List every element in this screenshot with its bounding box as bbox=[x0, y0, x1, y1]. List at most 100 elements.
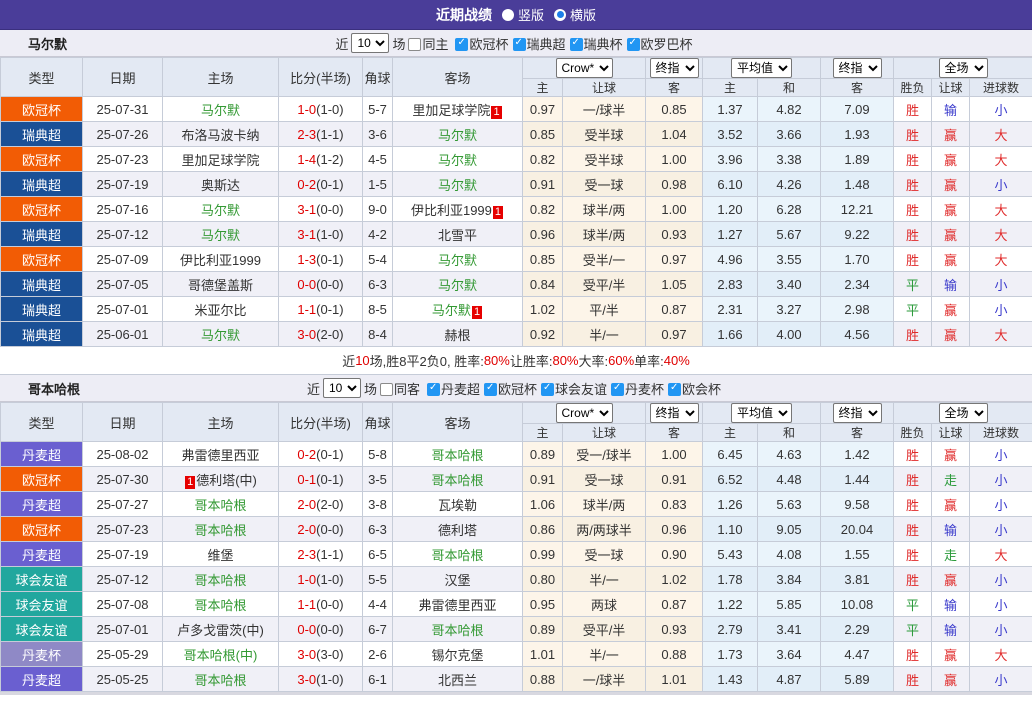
match-count-select[interactable]: 10 bbox=[351, 33, 389, 53]
away-team[interactable]: 马尔默 bbox=[438, 253, 477, 268]
score-cell[interactable]: 3-1(1-0) bbox=[279, 222, 363, 247]
home-team[interactable]: 里加足球学院 bbox=[181, 153, 259, 168]
average-select[interactable]: 平均值 bbox=[731, 403, 792, 423]
home-team[interactable]: 马尔默 bbox=[201, 328, 240, 343]
away-team[interactable]: 马尔默 bbox=[438, 278, 477, 293]
score-cell[interactable]: 1-1(0-1) bbox=[279, 297, 363, 322]
score-cell[interactable]: 3-0(3-0) bbox=[279, 642, 363, 667]
home-team[interactable]: 布洛马波卡纳 bbox=[181, 128, 259, 143]
score-cell[interactable]: 1-0(1-0) bbox=[279, 97, 363, 122]
league-badge[interactable]: 欧冠杯 bbox=[1, 467, 83, 492]
home-team[interactable]: 哥本哈根 bbox=[194, 573, 246, 588]
score-cell[interactable]: 0-2(0-1) bbox=[279, 172, 363, 197]
score-cell[interactable]: 1-0(1-0) bbox=[279, 567, 363, 592]
score-cell[interactable]: 1-4(1-2) bbox=[279, 147, 363, 172]
away-team[interactable]: 瓦埃勒 bbox=[438, 498, 477, 513]
home-team[interactable]: 德利塔(中) bbox=[196, 473, 257, 488]
league-badge[interactable]: 瑞典超 bbox=[1, 272, 83, 297]
away-team[interactable]: 马尔默 bbox=[438, 153, 477, 168]
home-team[interactable]: 哥本哈根 bbox=[194, 673, 246, 688]
away-team[interactable]: 锡尔克堡 bbox=[431, 648, 483, 663]
away-team[interactable]: 哥本哈根 bbox=[431, 448, 483, 463]
league-badge[interactable]: 欧冠杯 bbox=[1, 247, 83, 272]
home-team[interactable]: 米亚尔比 bbox=[194, 303, 246, 318]
league-badge[interactable]: 丹麦超 bbox=[1, 667, 83, 692]
league-checkbox-欧冠杯[interactable]: 欧冠杯 bbox=[455, 37, 508, 52]
league-checkbox-丹麦超[interactable]: 丹麦超 bbox=[427, 382, 480, 397]
away-team[interactable]: 弗雷德里西亚 bbox=[418, 598, 496, 613]
league-badge[interactable]: 瑞典超 bbox=[1, 122, 83, 147]
final-odds-select-2[interactable]: 终指 bbox=[833, 403, 882, 423]
home-team[interactable]: 马尔默 bbox=[201, 228, 240, 243]
league-checkbox-瑞典杯[interactable]: 瑞典杯 bbox=[570, 37, 623, 52]
league-checkbox-丹麦杯[interactable]: 丹麦杯 bbox=[611, 382, 664, 397]
away-team[interactable]: 哥本哈根 bbox=[431, 623, 483, 638]
away-team[interactable]: 马尔默 bbox=[432, 303, 471, 318]
bookmaker-select[interactable]: Crow* bbox=[556, 403, 613, 423]
away-team[interactable]: 赫根 bbox=[444, 328, 470, 343]
score-cell[interactable]: 1-1(0-0) bbox=[279, 592, 363, 617]
league-badge[interactable]: 丹麦超 bbox=[1, 442, 83, 467]
away-team[interactable]: 汉堡 bbox=[444, 573, 470, 588]
home-team[interactable]: 伊比利亚1999 bbox=[180, 253, 261, 268]
league-badge[interactable]: 欧冠杯 bbox=[1, 197, 83, 222]
score-cell[interactable]: 2-3(1-1) bbox=[279, 122, 363, 147]
score-cell[interactable]: 0-1(0-1) bbox=[279, 467, 363, 492]
league-badge[interactable]: 瑞典超 bbox=[1, 222, 83, 247]
score-cell[interactable]: 0-2(0-1) bbox=[279, 442, 363, 467]
league-checkbox-欧冠杯[interactable]: 欧冠杯 bbox=[484, 382, 537, 397]
score-cell[interactable]: 2-0(2-0) bbox=[279, 492, 363, 517]
home-team[interactable]: 马尔默 bbox=[201, 103, 240, 118]
league-badge[interactable]: 球会友谊 bbox=[1, 592, 83, 617]
average-select[interactable]: 平均值 bbox=[731, 58, 792, 78]
score-cell[interactable]: 0-0(0-0) bbox=[279, 617, 363, 642]
league-badge[interactable]: 丹麦超 bbox=[1, 542, 83, 567]
away-team[interactable]: 哥本哈根 bbox=[431, 548, 483, 563]
home-team[interactable]: 哥本哈根 bbox=[194, 523, 246, 538]
fulltime-select[interactable]: 全场 bbox=[939, 403, 988, 423]
home-team[interactable]: 哥本哈根 bbox=[194, 598, 246, 613]
home-team[interactable]: 哥德堡盖斯 bbox=[188, 278, 253, 293]
league-badge[interactable]: 球会友谊 bbox=[1, 567, 83, 592]
final-odds-select[interactable]: 终指 bbox=[650, 58, 699, 78]
away-team[interactable]: 马尔默 bbox=[438, 178, 477, 193]
score-cell[interactable]: 0-0(0-0) bbox=[279, 272, 363, 297]
home-team[interactable]: 卢多戈雷茨(中) bbox=[177, 623, 264, 638]
same-home-checkbox[interactable]: 同主 bbox=[408, 34, 448, 53]
league-checkbox-欧罗巴杯[interactable]: 欧罗巴杯 bbox=[627, 37, 693, 52]
radio-horizontal-layout[interactable]: 横版 bbox=[554, 5, 596, 24]
league-badge[interactable]: 欧冠杯 bbox=[1, 147, 83, 172]
home-team[interactable]: 奥斯达 bbox=[201, 178, 240, 193]
score-cell[interactable]: 2-3(1-1) bbox=[279, 542, 363, 567]
league-badge[interactable]: 丹麦杯 bbox=[1, 642, 83, 667]
league-badge[interactable]: 瑞典超 bbox=[1, 322, 83, 347]
league-checkbox-欧会杯[interactable]: 欧会杯 bbox=[668, 382, 721, 397]
home-team[interactable]: 哥本哈根(中) bbox=[184, 648, 258, 663]
league-badge[interactable]: 丹麦超 bbox=[1, 492, 83, 517]
same-away-checkbox[interactable]: 同客 bbox=[380, 379, 420, 398]
away-team[interactable]: 北雪平 bbox=[438, 228, 477, 243]
score-cell[interactable]: 3-0(2-0) bbox=[279, 322, 363, 347]
away-team[interactable]: 马尔默 bbox=[438, 128, 477, 143]
away-team[interactable]: 北西兰 bbox=[438, 673, 477, 688]
league-badge[interactable]: 球会友谊 bbox=[1, 617, 83, 642]
home-team[interactable]: 维堡 bbox=[207, 548, 233, 563]
score-cell[interactable]: 3-1(0-0) bbox=[279, 197, 363, 222]
away-team[interactable]: 里加足球学院 bbox=[412, 103, 490, 118]
bookmaker-select[interactable]: Crow* bbox=[556, 58, 613, 78]
final-odds-select-2[interactable]: 终指 bbox=[833, 58, 882, 78]
home-team[interactable]: 马尔默 bbox=[201, 203, 240, 218]
fulltime-select[interactable]: 全场 bbox=[939, 58, 988, 78]
away-team[interactable]: 伊比利亚1999 bbox=[411, 203, 492, 218]
score-cell[interactable]: 3-0(1-0) bbox=[279, 667, 363, 692]
score-cell[interactable]: 1-3(0-1) bbox=[279, 247, 363, 272]
match-count-select[interactable]: 10 bbox=[323, 378, 361, 398]
score-cell[interactable]: 2-0(0-0) bbox=[279, 517, 363, 542]
league-badge[interactable]: 瑞典超 bbox=[1, 297, 83, 322]
radio-vertical-layout[interactable]: 竖版 bbox=[502, 5, 544, 24]
league-badge[interactable]: 瑞典超 bbox=[1, 172, 83, 197]
league-checkbox-球会友谊[interactable]: 球会友谊 bbox=[541, 382, 607, 397]
league-checkbox-瑞典超[interactable]: 瑞典超 bbox=[513, 37, 566, 52]
home-team[interactable]: 弗雷德里西亚 bbox=[181, 448, 259, 463]
final-odds-select[interactable]: 终指 bbox=[650, 403, 699, 423]
